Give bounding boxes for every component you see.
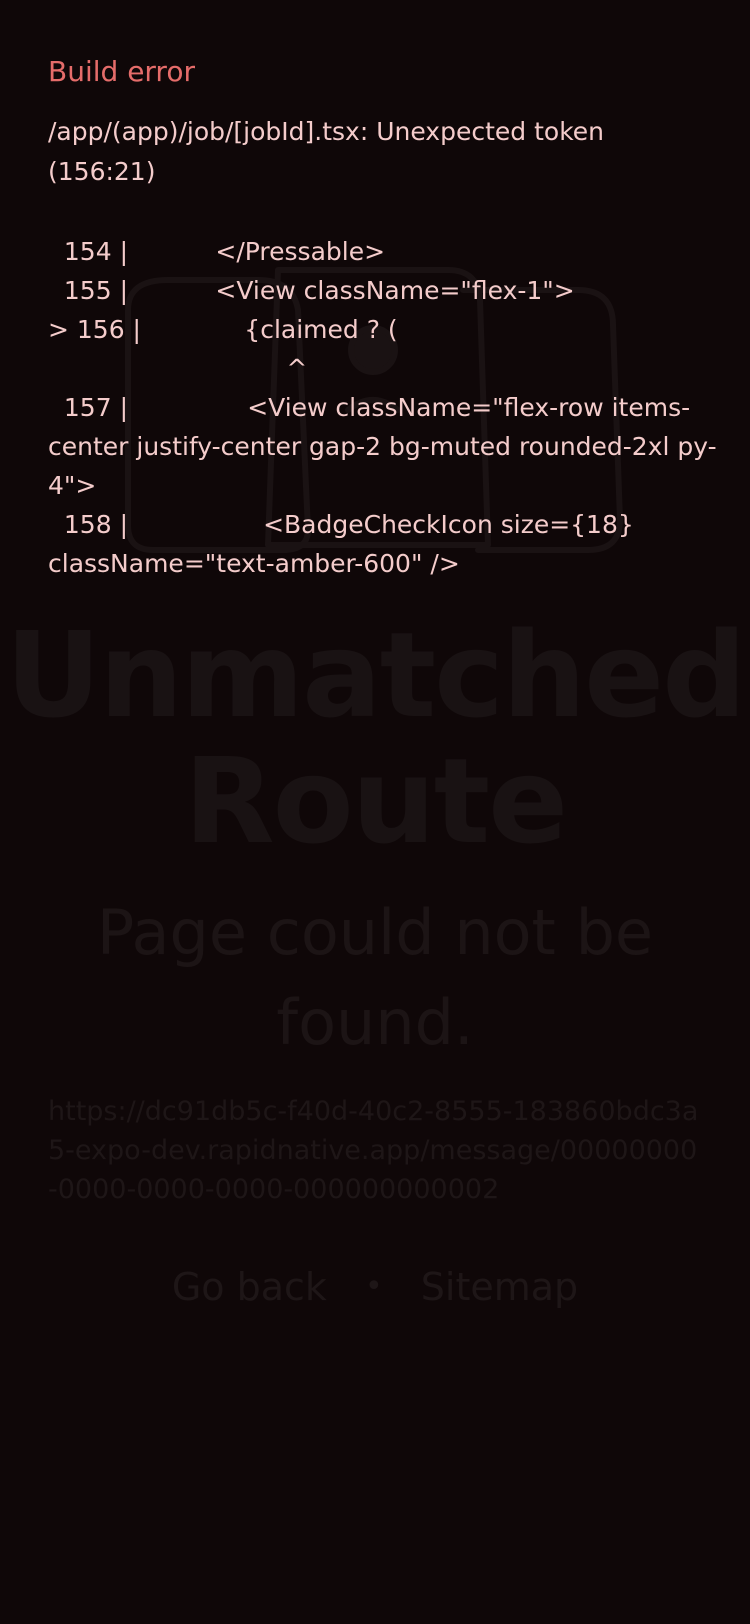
code-frame: 154 | </Pressable> 155 | <View className… [48,232,718,583]
code-line: 158 | <BadgeCheckIcon size={18} classNam… [48,510,642,578]
error-caret: ^ [48,354,308,383]
page-not-found-subtitle: Page could not be found. [96,896,654,1059]
go-back-link[interactable]: Go back [172,1262,327,1312]
error-message: /app/(app)/job/[jobId].tsx: Unexpected t… [48,117,612,186]
link-separator: • [365,1269,383,1304]
code-line: 154 | </Pressable> [48,237,386,266]
unmatched-route-title: Unmatched Route [5,606,746,870]
error-title: Build error [48,55,195,88]
code-line-highlighted: > 156 | {claimed ? ( [48,315,398,344]
sitemap-link[interactable]: Sitemap [421,1262,578,1312]
code-line: 157 | <View className="flex-row items-ce… [48,393,717,500]
unmatched-url: https://dc91db5c-f40d-40c2-8555-183860bd… [48,1096,699,1205]
navigation-links: Go back • Sitemap [0,1262,750,1312]
code-line: 155 | <View className="flex-1"> [48,276,575,305]
build-error-overlay: Build error /app/(app)/job/[jobId].tsx: … [48,50,718,583]
